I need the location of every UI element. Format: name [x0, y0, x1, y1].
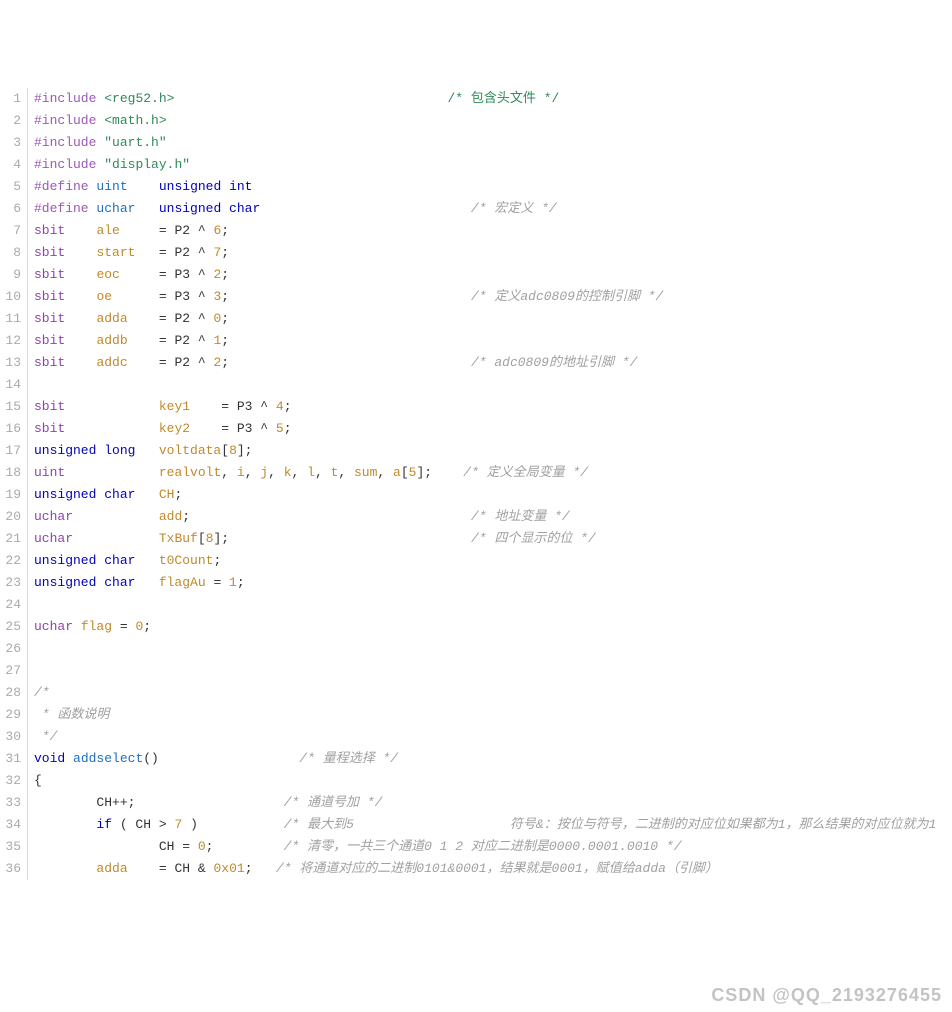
- line-number: 27: [0, 660, 21, 682]
- code-line: unsigned long voltdata[8];: [34, 440, 952, 462]
- code-line: [34, 638, 952, 660]
- code-line: uint realvolt, i, j, k, l, t, sum, a[5];…: [34, 462, 952, 484]
- code-line: {: [34, 770, 952, 792]
- line-number: 12: [0, 330, 21, 352]
- line-number: 13: [0, 352, 21, 374]
- line-number: 1: [0, 88, 21, 110]
- code-line: sbit addc = P2 ^ 2; /* adc0809的地址引脚 */: [34, 352, 952, 374]
- code-line: adda = CH & 0x01; /* 将通道对应的二进制0101&0001，…: [34, 858, 952, 880]
- code-line: #define uint unsigned int: [34, 176, 952, 198]
- line-number: 16: [0, 418, 21, 440]
- code-line: /*: [34, 682, 952, 704]
- line-number: 31: [0, 748, 21, 770]
- code-line: [34, 374, 952, 396]
- code-content[interactable]: #include <reg52.h> /* 包含头文件 */#include <…: [28, 88, 952, 880]
- code-line: [34, 660, 952, 682]
- code-line: * 函数说明: [34, 704, 952, 726]
- line-number: 28: [0, 682, 21, 704]
- line-number: 5: [0, 176, 21, 198]
- line-number: 2: [0, 110, 21, 132]
- line-number: 17: [0, 440, 21, 462]
- line-number: 21: [0, 528, 21, 550]
- code-line: #define uchar unsigned char /* 宏定义 */: [34, 198, 952, 220]
- code-line: CH++; /* 通道号加 */: [34, 792, 952, 814]
- line-number: 11: [0, 308, 21, 330]
- code-line: sbit addb = P2 ^ 1;: [34, 330, 952, 352]
- line-number: 7: [0, 220, 21, 242]
- line-number: 20: [0, 506, 21, 528]
- line-number: 25: [0, 616, 21, 638]
- line-number: 33: [0, 792, 21, 814]
- line-number: 23: [0, 572, 21, 594]
- code-line: #include "display.h": [34, 154, 952, 176]
- line-number: 26: [0, 638, 21, 660]
- code-line: uchar flag = 0;: [34, 616, 952, 638]
- line-number: 10: [0, 286, 21, 308]
- line-number: 14: [0, 374, 21, 396]
- code-line: sbit adda = P2 ^ 0;: [34, 308, 952, 330]
- code-line: sbit ale = P2 ^ 6;: [34, 220, 952, 242]
- line-number: 22: [0, 550, 21, 572]
- line-number: 29: [0, 704, 21, 726]
- watermark: CSDN @QQ_2193276455: [711, 984, 942, 1006]
- line-number: 24: [0, 594, 21, 616]
- line-number: 35: [0, 836, 21, 858]
- line-number: 32: [0, 770, 21, 792]
- code-line: void addselect() /* 量程选择 */: [34, 748, 952, 770]
- line-number: 36: [0, 858, 21, 880]
- code-line: uchar add; /* 地址变量 */: [34, 506, 952, 528]
- code-line: #include <math.h>: [34, 110, 952, 132]
- line-number: 15: [0, 396, 21, 418]
- line-number-gutter: 1234567891011121314151617181920212223242…: [0, 88, 28, 880]
- line-number: 6: [0, 198, 21, 220]
- code-line: sbit oe = P3 ^ 3; /* 定义adc0809的控制引脚 */: [34, 286, 952, 308]
- code-line: #include "uart.h": [34, 132, 952, 154]
- code-line: uchar TxBuf[8]; /* 四个显示的位 */: [34, 528, 952, 550]
- code-line: unsigned char flagAu = 1;: [34, 572, 952, 594]
- line-number: 30: [0, 726, 21, 748]
- code-line: sbit eoc = P3 ^ 2;: [34, 264, 952, 286]
- code-line: [34, 594, 952, 616]
- code-line: */: [34, 726, 952, 748]
- code-line: if ( CH > 7 ) /* 最大到5 符号&：按位与符号，二进制的对应位如…: [34, 814, 952, 836]
- line-number: 34: [0, 814, 21, 836]
- code-line: CH = 0; /* 清零，一共三个通道0 1 2 对应二进制是0000.000…: [34, 836, 952, 858]
- code-line: #include <reg52.h> /* 包含头文件 */: [34, 88, 952, 110]
- line-number: 8: [0, 242, 21, 264]
- code-line: sbit start = P2 ^ 7;: [34, 242, 952, 264]
- code-line: unsigned char t0Count;: [34, 550, 952, 572]
- code-line: sbit key1 = P3 ^ 4;: [34, 396, 952, 418]
- code-line: unsigned char CH;: [34, 484, 952, 506]
- line-number: 18: [0, 462, 21, 484]
- code-line: sbit key2 = P3 ^ 5;: [34, 418, 952, 440]
- line-number: 19: [0, 484, 21, 506]
- line-number: 3: [0, 132, 21, 154]
- line-number: 4: [0, 154, 21, 176]
- code-editor: 1234567891011121314151617181920212223242…: [0, 88, 952, 880]
- line-number: 9: [0, 264, 21, 286]
